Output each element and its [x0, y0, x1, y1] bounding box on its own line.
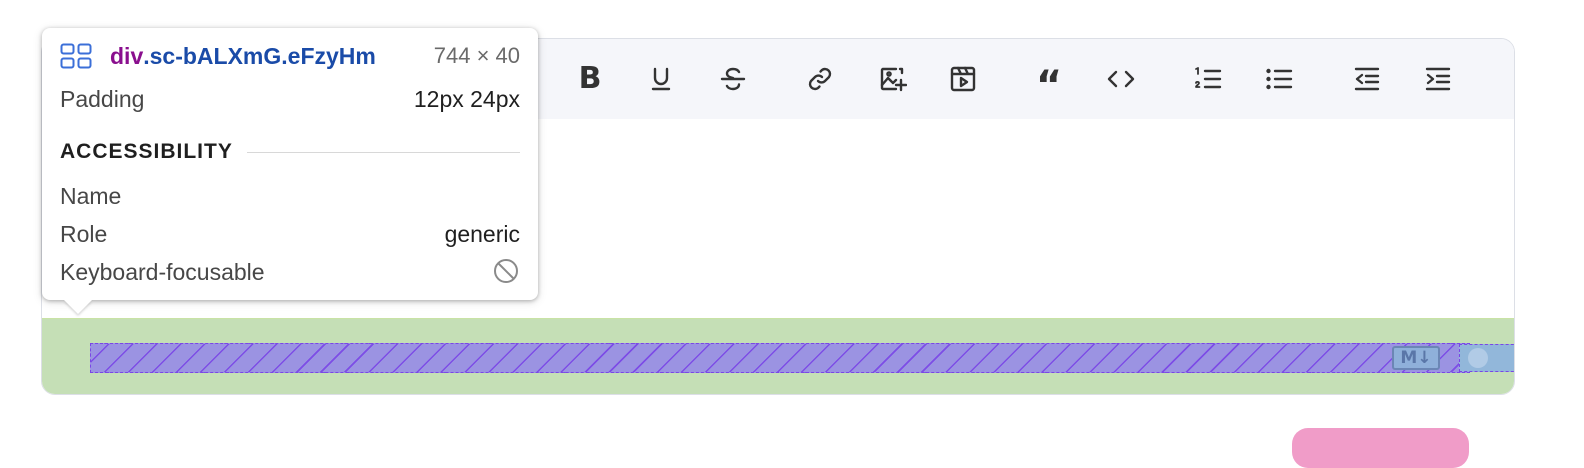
underline-icon: [651, 67, 671, 91]
element-tag: div: [110, 42, 144, 69]
bullet-list-icon: [1266, 68, 1293, 90]
grid-layout-icon: [60, 43, 92, 69]
indent-button[interactable]: [1422, 63, 1454, 95]
image-button[interactable]: [876, 63, 908, 95]
accessibility-heading: ACCESSIBILITY: [60, 140, 233, 163]
section-divider: [246, 151, 520, 153]
bullet-list-button[interactable]: [1263, 63, 1295, 95]
tooltip-arrow: [64, 300, 92, 314]
image-add-icon: [880, 67, 907, 92]
submit-button[interactable]: [1292, 428, 1469, 468]
video-button[interactable]: [947, 63, 979, 95]
padding-value: 12px 24px: [413, 86, 520, 112]
link-button[interactable]: [804, 63, 836, 95]
indent-icon: [1425, 67, 1451, 91]
video-icon: [950, 66, 976, 92]
accessibility-section-title: ACCESSIBILITY: [60, 140, 520, 164]
focusable-row: Keyboard-focusable: [60, 259, 520, 286]
focusable-label: Keyboard-focusable: [60, 259, 265, 285]
tooltip-header: div .sc-bALXmG.eFzyHm 744 × 40: [60, 41, 520, 71]
ordered-list-icon: [1195, 67, 1222, 89]
devtools-inspect-tooltip: div .sc-bALXmG.eFzyHm 744 × 40 Padding 12…: [42, 28, 538, 300]
strikethrough-icon: [720, 67, 746, 91]
blockquote-icon: “: [1035, 63, 1063, 109]
editor-footer-highlight: M↓: [42, 318, 1514, 394]
padding-row: Padding 12px 24px: [60, 86, 520, 113]
strikethrough-button[interactable]: [717, 63, 749, 95]
outdent-icon: [1354, 67, 1380, 91]
markdown-badge[interactable]: M↓: [1392, 346, 1440, 370]
inspected-element-highlight: M↓: [90, 343, 1514, 373]
role-row: Role generic: [60, 221, 520, 248]
padding-label: Padding: [60, 86, 145, 112]
toggle-knob: [1468, 348, 1488, 368]
blockquote-button[interactable]: “: [1033, 63, 1065, 106]
code-button[interactable]: [1105, 63, 1137, 95]
outdent-button[interactable]: [1351, 63, 1383, 95]
not-allowed-icon: [494, 259, 518, 283]
role-label: Role: [60, 221, 108, 247]
markdown-icon: M↓: [1400, 348, 1432, 368]
code-icon: [1107, 70, 1135, 88]
link-icon: [808, 67, 832, 91]
underline-button[interactable]: [645, 63, 677, 95]
name-label: Name: [60, 183, 122, 209]
ordered-list-button[interactable]: [1192, 63, 1224, 95]
element-class: .sc-bALXmG.eFzyHm: [143, 42, 376, 69]
markdown-toggle[interactable]: [1459, 344, 1514, 372]
name-row: Name: [60, 183, 520, 210]
bold-icon: B: [578, 61, 602, 96]
bold-button[interactable]: B: [574, 63, 606, 95]
element-size: 744 × 40: [433, 43, 520, 68]
role-value: generic: [444, 221, 520, 247]
